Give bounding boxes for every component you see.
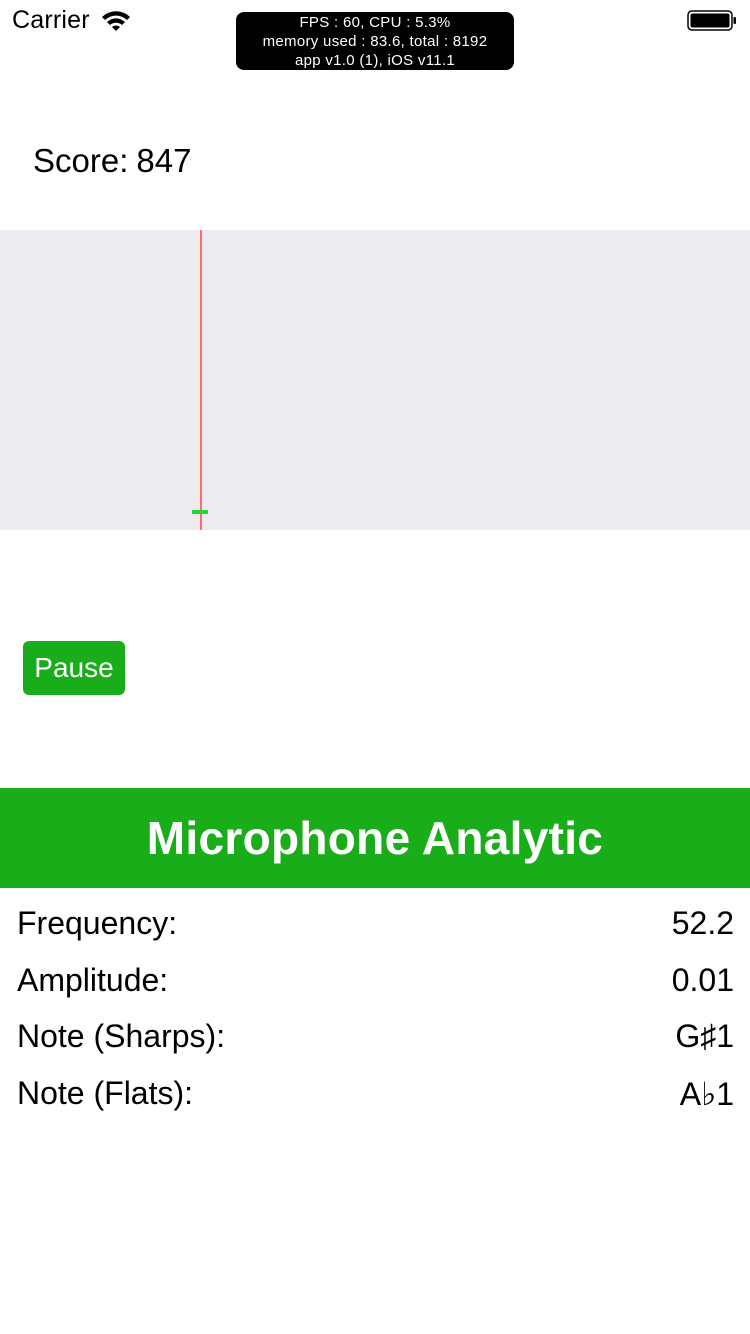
amplitude-label: Amplitude: (17, 962, 169, 998)
frequency-row: Frequency: 52.2 (17, 905, 734, 949)
note-flats-label: Note (Flats): (17, 1075, 194, 1111)
carrier-label: Carrier (12, 6, 90, 34)
note-flats-row: Note (Flats): A♭1 (17, 1075, 734, 1119)
amplitude-value: 0.01 (671, 962, 734, 998)
frequency-value: 52.2 (671, 905, 734, 941)
playhead-line (200, 230, 202, 530)
battery-full-icon (687, 10, 737, 31)
pitch-marker (192, 510, 208, 514)
amplitude-row: Amplitude: 0.01 (17, 962, 734, 1006)
note-sharps-label: Note (Sharps): (17, 1018, 226, 1054)
debug-fps-cpu: FPS : 60, CPU : 5.3% (299, 14, 451, 31)
microphone-analytic-header: Microphone Analytic (0, 788, 750, 888)
debug-stats-overlay: FPS : 60, CPU : 5.3% memory used : 83.6,… (236, 12, 514, 70)
pitch-track (0, 230, 750, 530)
debug-app-version: app v1.0 (1), iOS v11.1 (294, 52, 456, 69)
score-display: Score: 847 (33, 142, 191, 180)
note-flats-value: A♭1 (679, 1076, 734, 1112)
wifi-icon (100, 9, 132, 33)
microphone-analytic-title: Microphone Analytic (146, 812, 604, 864)
pause-button[interactable]: Pause (23, 641, 125, 695)
debug-memory: memory used : 83.6, total : 8192 (262, 33, 488, 50)
frequency-label: Frequency: (17, 905, 178, 941)
score-label: Score: (33, 142, 129, 179)
note-sharps-value: G♯1 (675, 1018, 734, 1054)
note-sharps-row: Note (Sharps): G♯1 (17, 1018, 734, 1062)
score-value: 847 (136, 142, 192, 179)
